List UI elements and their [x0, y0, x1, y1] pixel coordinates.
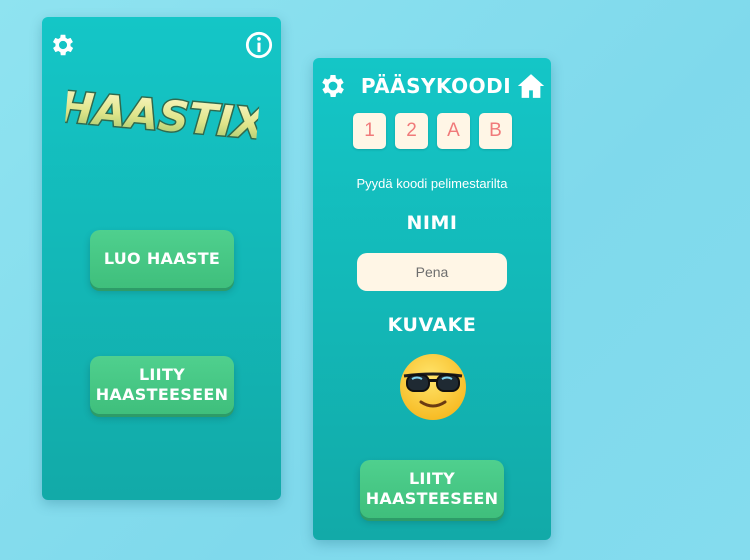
info-icon[interactable] [245, 31, 273, 59]
join-label-line1: LIITY [138, 365, 186, 384]
join-label-line2: HAASTEESEEN [95, 385, 229, 404]
code-digit-2[interactable]: 2 [395, 113, 428, 149]
code-hint: Pyydä koodi pelimestarilta [356, 176, 508, 191]
logo-text: HAASTIX [64, 82, 261, 149]
create-challenge-label: LUO HAASTE [103, 249, 221, 268]
code-digit-3[interactable]: A [437, 113, 470, 149]
code-digit-4[interactable]: B [479, 113, 512, 149]
name-input[interactable] [357, 253, 507, 291]
page-title: PÄÄSYKOODI [360, 74, 512, 98]
join-challenge-submit-button[interactable]: LIITY HAASTEESEEN [360, 460, 504, 518]
gear-icon[interactable] [49, 31, 77, 59]
create-challenge-button[interactable]: LUO HAASTE [90, 230, 234, 288]
gear-icon[interactable] [318, 71, 348, 101]
avatar-label: KUVAKE [387, 314, 477, 336]
join-challenge-button[interactable]: LIITY HAASTEESEEN [90, 356, 234, 414]
name-label: NIMI [406, 212, 458, 234]
join-label-line2: HAASTEESEEN [365, 489, 499, 508]
join-label-line1: LIITY [408, 469, 456, 488]
sunglasses-emoji-avatar[interactable] [398, 352, 468, 422]
code-digit-1[interactable]: 1 [353, 113, 386, 149]
home-icon[interactable] [516, 71, 546, 101]
